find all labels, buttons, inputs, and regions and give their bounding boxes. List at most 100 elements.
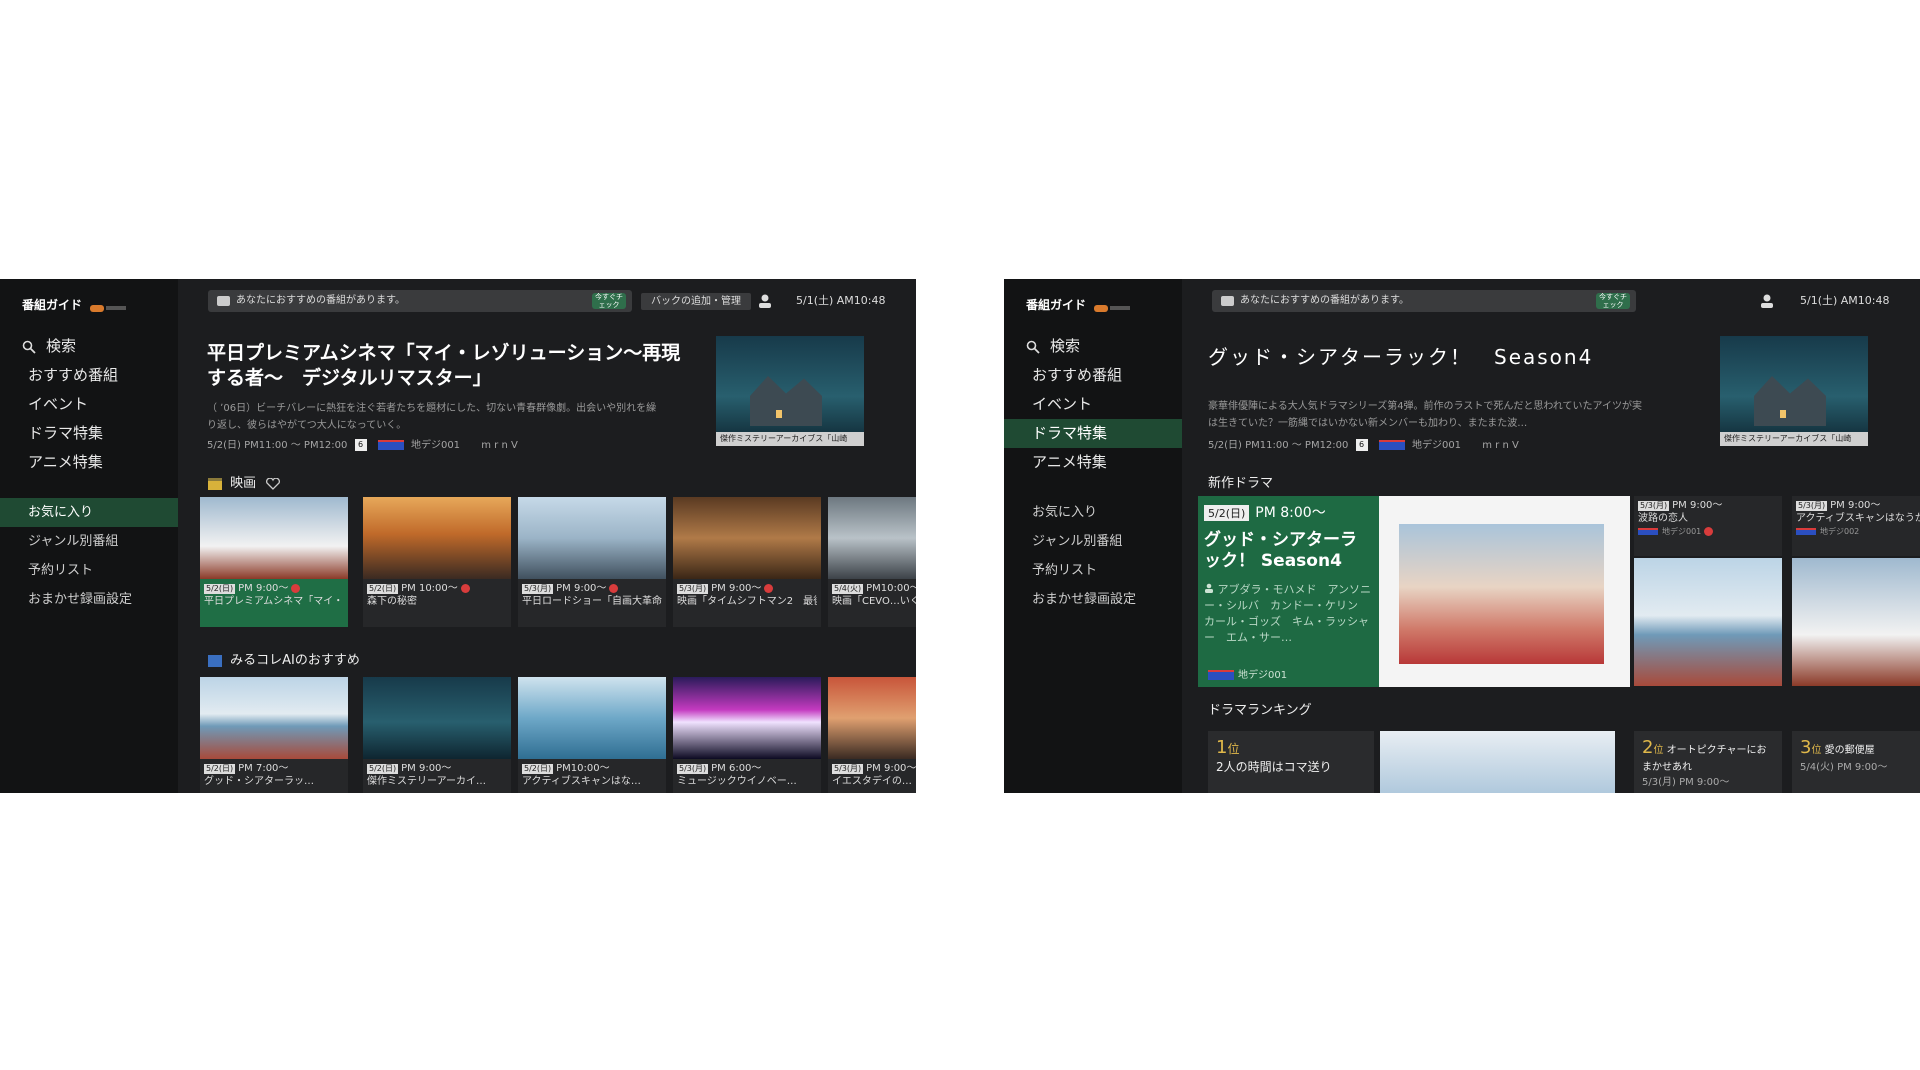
program-card[interactable]: 5/3(月)PM 9:00～映画「タイムシフトマン2 最後の予約」 — [673, 497, 821, 627]
notice-text: あなたにおすすめの番組があります。 — [1240, 295, 1409, 306]
program-card[interactable]: 5/3(月)PM 9:00～ アクティブスキャンはなうかに 地デジ002 — [1792, 496, 1920, 686]
nav-item-auto-record[interactable]: おまかせ録画設定 — [0, 585, 178, 614]
program-card[interactable]: 5/2(日) PM 10:00～ 森下の秘密 — [363, 497, 511, 627]
nav-item-anime[interactable]: アニメ特集 — [1004, 448, 1182, 477]
nav-item-search[interactable]: 検索 — [1004, 332, 1182, 361]
ranking-title: 2人の時間はコマ送り — [1216, 760, 1332, 774]
air-time: 5/2(日) PM11:00 ～ PM12:00 — [207, 440, 348, 451]
recommendation-notice[interactable]: あなたにおすすめの番組があります。 今すぐチェック — [1212, 290, 1636, 312]
nav-item-recommended[interactable]: おすすめ番組 — [1004, 361, 1182, 390]
main-nav: 検索 おすすめ番組 イベント ドラマ特集 アニメ特集 — [1004, 332, 1182, 477]
channel-logo — [1638, 528, 1658, 535]
thumbnail-caption: 傑作ミステリーアーカイブス「山崎 — [716, 432, 864, 446]
clock: 5/1(土) AM10:48 — [796, 294, 886, 307]
channel-logo — [377, 440, 404, 450]
nav-item-events[interactable]: イベント — [0, 390, 178, 419]
meta-tail: m r n V — [1482, 440, 1519, 451]
nav-item-events[interactable]: イベント — [1004, 390, 1182, 419]
section-title-ai: みるコレAIのおすすめ — [208, 649, 360, 668]
featured-image[interactable] — [1379, 496, 1630, 687]
featured-program-card[interactable]: 5/2(日) PM 8:00～ グッド・シアターラック！ Season4 アブダラ… — [1198, 496, 1379, 687]
hero-title: グッド・シアターラック！ Season4 — [1208, 345, 1594, 369]
hero-meta: 5/2(日) PM11:00 ～ PM12:00 6 地デジ001 m r n … — [207, 436, 518, 451]
program-card[interactable]: 5/2(日)PM 9:00～平日プレミアムシネマ「マイ・レゾリューシ… — [200, 497, 348, 627]
check-now-button[interactable]: 今すぐチェック — [1596, 293, 1630, 309]
nav-item-favorites[interactable]: お気に入り — [0, 498, 178, 527]
nav-item-label: 検索 — [46, 337, 77, 355]
backup-button[interactable]: バックの追加・管理 — [641, 293, 751, 310]
user-icon[interactable] — [1760, 293, 1774, 309]
logo-mark — [1094, 305, 1132, 313]
record-icon — [460, 583, 470, 593]
section-title-new-drama: 新作ドラマ — [1208, 476, 1274, 491]
hero-thumbnail[interactable]: 傑作ミステリーアーカイブス「山崎 — [1720, 336, 1868, 446]
sub-nav: お気に入り ジャンル別番組 予約リスト おまかせ録画設定 — [0, 498, 178, 614]
ranking-item-1[interactable]: 1位 2人の時間はコマ送り — [1208, 731, 1374, 793]
tv-guide-screen-left: 番組ガイド 検索 おすすめ番組 イベント ドラマ特集 アニメ特集 お気に入り ジ… — [0, 279, 916, 793]
hero-thumbnail[interactable]: 傑作ミステリーアーカイブス「山崎 — [716, 336, 864, 446]
app-logo: 番組ガイド — [22, 298, 83, 312]
hero-title: 平日プレミアムシネマ「マイ・レゾリューション～再現する者～ デジタルリマスター」 — [207, 342, 681, 389]
ranking-image[interactable] — [1380, 731, 1615, 793]
section-title-movies: 映画 — [208, 472, 284, 491]
nav-item-genre[interactable]: ジャンル別番組 — [1004, 527, 1182, 556]
program-card[interactable]: 5/3(月)PM 9:00～平日ロードショー「自画大革命 THE MO… — [518, 497, 666, 627]
movie-icon — [208, 477, 222, 490]
check-now-button[interactable]: 今すぐチェック — [592, 293, 626, 309]
program-card[interactable]: 5/2(日) PM 9:00～ 傑作ミステリーアーカイ… — [363, 677, 511, 793]
program-card[interactable]: 5/3(月) PM 6:00～ ミュージックウイノベー… — [673, 677, 821, 793]
section-title-drama-ranking: ドラマランキング — [1208, 703, 1312, 718]
notice-text: あなたにおすすめの番組があります。 — [236, 295, 405, 306]
message-icon — [217, 296, 230, 306]
program-card[interactable]: 5/3(月) PM 9:00～ 波路の恋人 地デジ001 — [1634, 496, 1782, 686]
nav-item-reservations[interactable]: 予約リスト — [1004, 556, 1182, 585]
message-icon — [1221, 296, 1234, 306]
channel-logo — [1208, 670, 1234, 680]
featured-date: 5/2(日) — [1204, 505, 1250, 521]
search-icon — [1026, 340, 1040, 354]
hero-description: （ ʼ06日）ビーチバレーに熱狂を注ぐ若者たちを題材にした、切ない青春群像劇。出… — [207, 403, 657, 431]
ranking-title: 愛の郵便屋 — [1824, 745, 1875, 756]
ranking-time: 5/3(月) PM 9:00～ — [1642, 777, 1730, 788]
nav-item-favorites[interactable]: お気に入り — [1004, 498, 1182, 527]
channel-name: 地デジ001 — [410, 440, 461, 451]
heart-icon — [266, 477, 281, 490]
record-icon — [764, 583, 774, 593]
nav-item-recommended[interactable]: おすすめ番組 — [0, 361, 178, 390]
meta-tail: m r n V — [481, 440, 518, 451]
app-logo: 番組ガイド — [1026, 298, 1087, 312]
program-card[interactable]: 5/2(日) PM10:00～ アクティブスキャンはな… — [518, 677, 666, 793]
nav-item-auto-record[interactable]: おまかせ録画設定 — [1004, 585, 1182, 614]
featured-channel: 地デジ001 — [1204, 666, 1287, 681]
program-card[interactable]: 5/4(火)PM10:00～映画「CEVO…いくー」 — [828, 497, 916, 627]
nav-item-search[interactable]: 検索 — [0, 332, 178, 361]
hero-description: 豪華俳優陣による大人気ドラマシリーズ第4弾。前作のラストで死んだと思われていたア… — [1208, 401, 1643, 429]
user-icon[interactable] — [758, 293, 772, 309]
nav-item-reservations[interactable]: 予約リスト — [0, 556, 178, 585]
rank-number: 3 — [1800, 737, 1812, 758]
tv-guide-screen-right: 番組ガイド 検索 おすすめ番組 イベント ドラマ特集 アニメ特集 お気に入り ジ… — [1004, 279, 1920, 793]
nav-item-label: 検索 — [1050, 337, 1081, 355]
ranking-time: 5/4(火) PM 9:00～ — [1800, 762, 1888, 773]
record-icon — [291, 583, 301, 593]
ranking-item-2[interactable]: 2位 オートピクチャーにおまかせあれ 5/3(月) PM 9:00～ — [1634, 731, 1782, 793]
main-nav: 検索 おすすめ番組 イベント ドラマ特集 アニメ特集 — [0, 332, 178, 477]
nav-item-drama[interactable]: ドラマ特集 — [1004, 419, 1182, 448]
air-time: 5/2(日) PM11:00 ～ PM12:00 — [1208, 440, 1349, 451]
sub-nav: お気に入り ジャンル別番組 予約リスト おまかせ録画設定 — [1004, 498, 1182, 614]
sidebar: 番組ガイド 検索 おすすめ番組 イベント ドラマ特集 アニメ特集 お気に入り ジ… — [1004, 279, 1182, 793]
channel-logo — [1796, 528, 1816, 535]
channel-name: 地デジ001 — [1411, 440, 1462, 451]
recommendation-notice[interactable]: あなたにおすすめの番組があります。 今すぐチェック — [208, 290, 632, 312]
nav-item-anime[interactable]: アニメ特集 — [0, 448, 178, 477]
nav-item-genre[interactable]: ジャンル別番組 — [0, 527, 178, 556]
search-icon — [22, 340, 36, 354]
nav-item-drama[interactable]: ドラマ特集 — [0, 419, 178, 448]
ranking-item-3[interactable]: 3位 愛の郵便屋 5/4(火) PM 9:00～ — [1792, 731, 1920, 793]
thumbnail-caption: 傑作ミステリーアーカイブス「山崎 — [1720, 432, 1868, 446]
program-card[interactable]: 5/2(日) PM 7:00～ グッド・シアターラッ… — [200, 677, 348, 793]
record-icon — [609, 583, 619, 593]
clock: 5/1(土) AM10:48 — [1800, 294, 1890, 307]
sidebar: 番組ガイド 検索 おすすめ番組 イベント ドラマ特集 アニメ特集 お気に入り ジ… — [0, 279, 178, 793]
program-card[interactable]: 5/3(月) PM 9:00～ イエスタデイの… — [828, 677, 916, 793]
